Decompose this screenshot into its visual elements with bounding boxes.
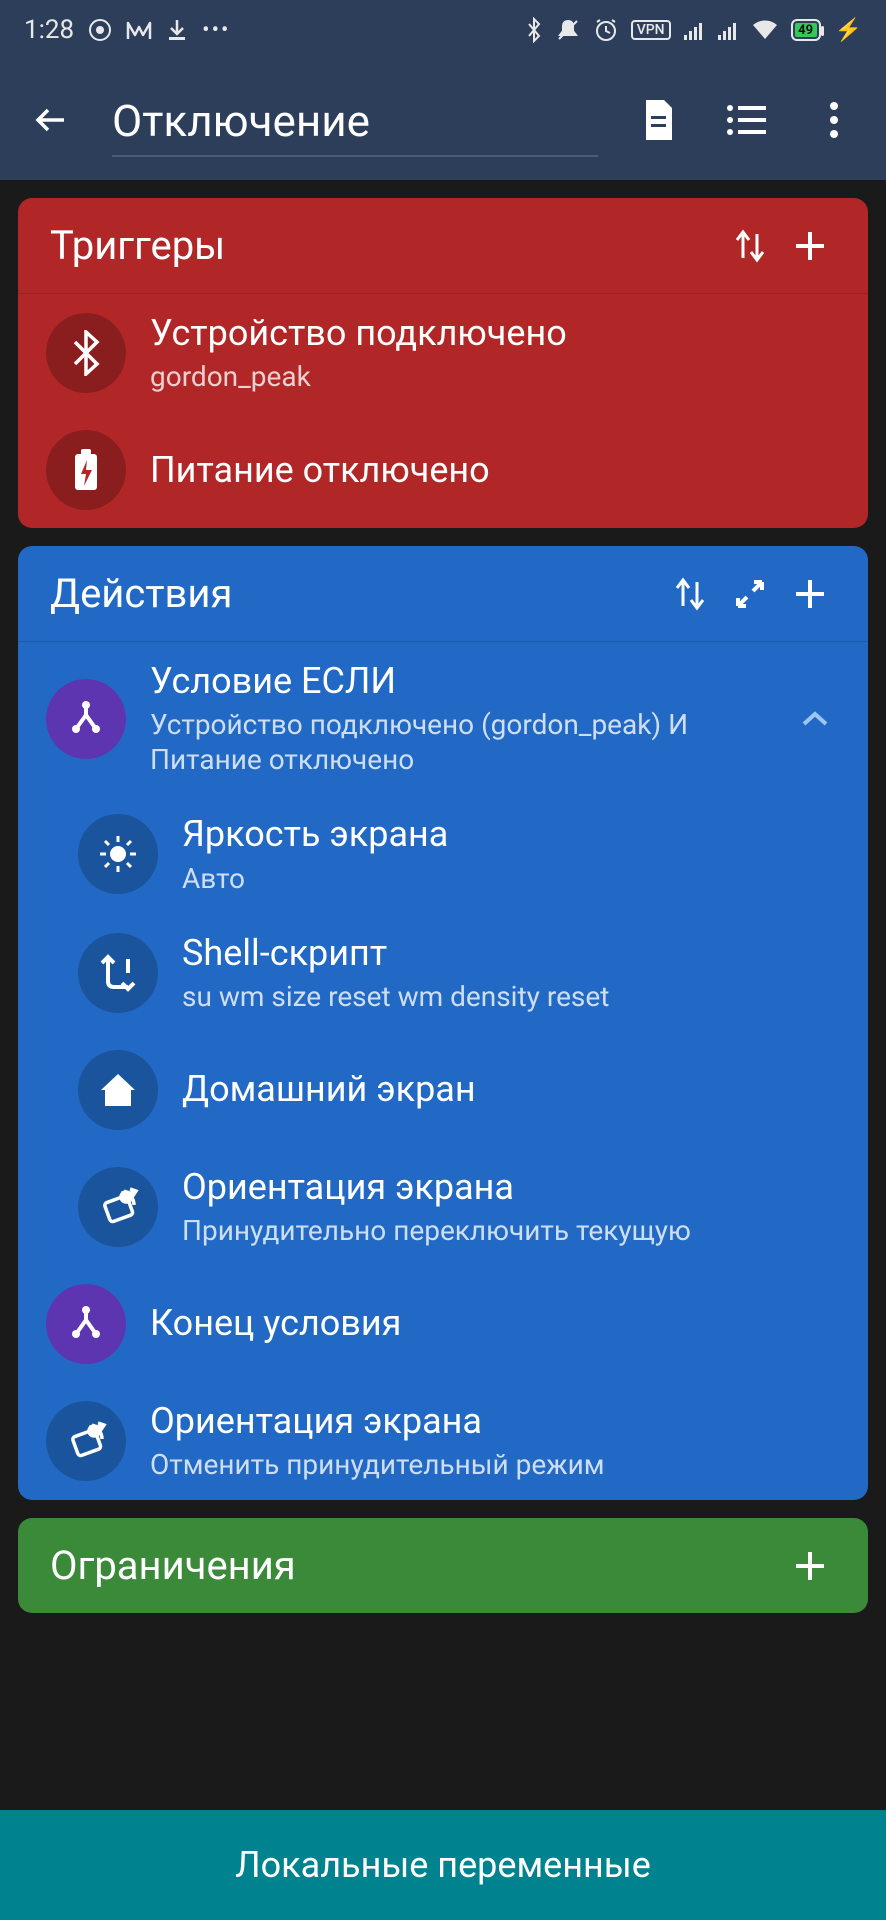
- status-time: 1:28: [24, 15, 74, 45]
- sort-triggers-button[interactable]: [720, 226, 780, 266]
- more-dots-icon: •••: [202, 18, 230, 43]
- rotation-lock-icon: [46, 1401, 126, 1481]
- home-icon: [78, 1050, 158, 1130]
- add-action-button[interactable]: [780, 576, 840, 612]
- action-title: Условие ЕСЛИ: [150, 660, 766, 703]
- overflow-menu-button[interactable]: [806, 92, 862, 148]
- action-sub: Принудительно переключить текущую: [182, 1213, 840, 1248]
- macro-title-input[interactable]: Отключение: [112, 83, 598, 157]
- actions-title: Действия: [50, 570, 660, 617]
- dnd-icon: [88, 18, 112, 42]
- triggers-title: Триггеры: [50, 222, 720, 269]
- expand-actions-button[interactable]: [720, 576, 780, 612]
- back-button[interactable]: [24, 92, 80, 148]
- sort-actions-button[interactable]: [660, 574, 720, 614]
- action-sub: Отменить принудительный режим: [150, 1447, 840, 1482]
- trigger-sub: gordon_peak: [150, 359, 840, 394]
- action-item-home[interactable]: Домашний экран: [18, 1032, 868, 1148]
- action-item-orientation-2[interactable]: Ориентация экрана Отменить принудительны…: [18, 1382, 868, 1500]
- local-variables-button[interactable]: Локальные переменные: [0, 1810, 886, 1920]
- content-area: Триггеры Устройство подключено gordon_pe…: [0, 180, 886, 1613]
- mute-icon: [555, 17, 581, 43]
- action-item-if[interactable]: Условие ЕСЛИ Устройство подключено (gord…: [18, 642, 868, 795]
- action-sub: Устройство подключено (gordon_peak) И Пи…: [150, 707, 766, 777]
- branch-icon: [46, 1284, 126, 1364]
- bluetooth-status-icon: [525, 17, 543, 43]
- triggers-header: Триггеры: [18, 198, 868, 294]
- collapse-icon[interactable]: [790, 710, 840, 728]
- notes-button[interactable]: [630, 92, 686, 148]
- alarm-icon: [593, 17, 619, 43]
- branch-icon: [46, 679, 126, 759]
- wifi-icon: [751, 19, 779, 41]
- constraints-header: Ограничения: [18, 1518, 868, 1613]
- actions-card: Действия Условие ЕСЛИ Устройство подключ…: [18, 546, 868, 1500]
- trigger-title: Питание отключено: [150, 449, 840, 492]
- action-title: Ориентация экрана: [150, 1400, 840, 1443]
- bluetooth-icon: [46, 313, 126, 393]
- app-bar: Отключение: [0, 60, 886, 180]
- brightness-icon: [78, 814, 158, 894]
- action-sub: su wm size reset wm density reset: [182, 979, 840, 1014]
- action-item-shell[interactable]: Shell-скрипт su wm size reset wm density…: [18, 914, 868, 1032]
- signal-icon-1: [683, 19, 705, 41]
- battery-indicator: 49: [791, 19, 821, 41]
- list-button[interactable]: [718, 92, 774, 148]
- trigger-item-bluetooth[interactable]: Устройство подключено gordon_peak: [18, 294, 868, 412]
- trigger-item-power[interactable]: Питание отключено: [18, 412, 868, 528]
- triggers-card: Триггеры Устройство подключено gordon_pe…: [18, 198, 868, 528]
- download-icon: [166, 18, 188, 42]
- action-title: Конец условия: [150, 1302, 840, 1345]
- signal-icon-2: [717, 19, 739, 41]
- local-variables-label: Локальные переменные: [235, 1844, 651, 1886]
- action-title: Яркость экрана: [182, 813, 840, 856]
- add-constraint-button[interactable]: [780, 1548, 840, 1584]
- action-title: Домашний экран: [182, 1068, 840, 1111]
- action-item-brightness[interactable]: Яркость экрана Авто: [18, 795, 868, 913]
- charging-icon: ⚡: [835, 18, 862, 43]
- vpn-badge: VPN: [631, 20, 671, 40]
- action-title: Ориентация экрана: [182, 1166, 840, 1209]
- script-icon: [78, 933, 158, 1013]
- action-item-orientation-1[interactable]: Ориентация экрана Принудительно переключ…: [18, 1148, 868, 1266]
- trigger-title: Устройство подключено: [150, 312, 840, 355]
- actions-header: Действия: [18, 546, 868, 642]
- action-title: Shell-скрипт: [182, 932, 840, 975]
- battery-level: 49: [795, 23, 817, 37]
- constraints-card: Ограничения: [18, 1518, 868, 1613]
- action-item-endif[interactable]: Конец условия: [18, 1266, 868, 1382]
- add-trigger-button[interactable]: [780, 228, 840, 264]
- m-icon: [126, 19, 152, 41]
- status-bar: 1:28 ••• VPN 49: [0, 0, 886, 60]
- battery-icon: [46, 430, 126, 510]
- action-sub: Авто: [182, 861, 840, 896]
- constraints-title: Ограничения: [50, 1542, 780, 1589]
- rotation-lock-icon: [78, 1167, 158, 1247]
